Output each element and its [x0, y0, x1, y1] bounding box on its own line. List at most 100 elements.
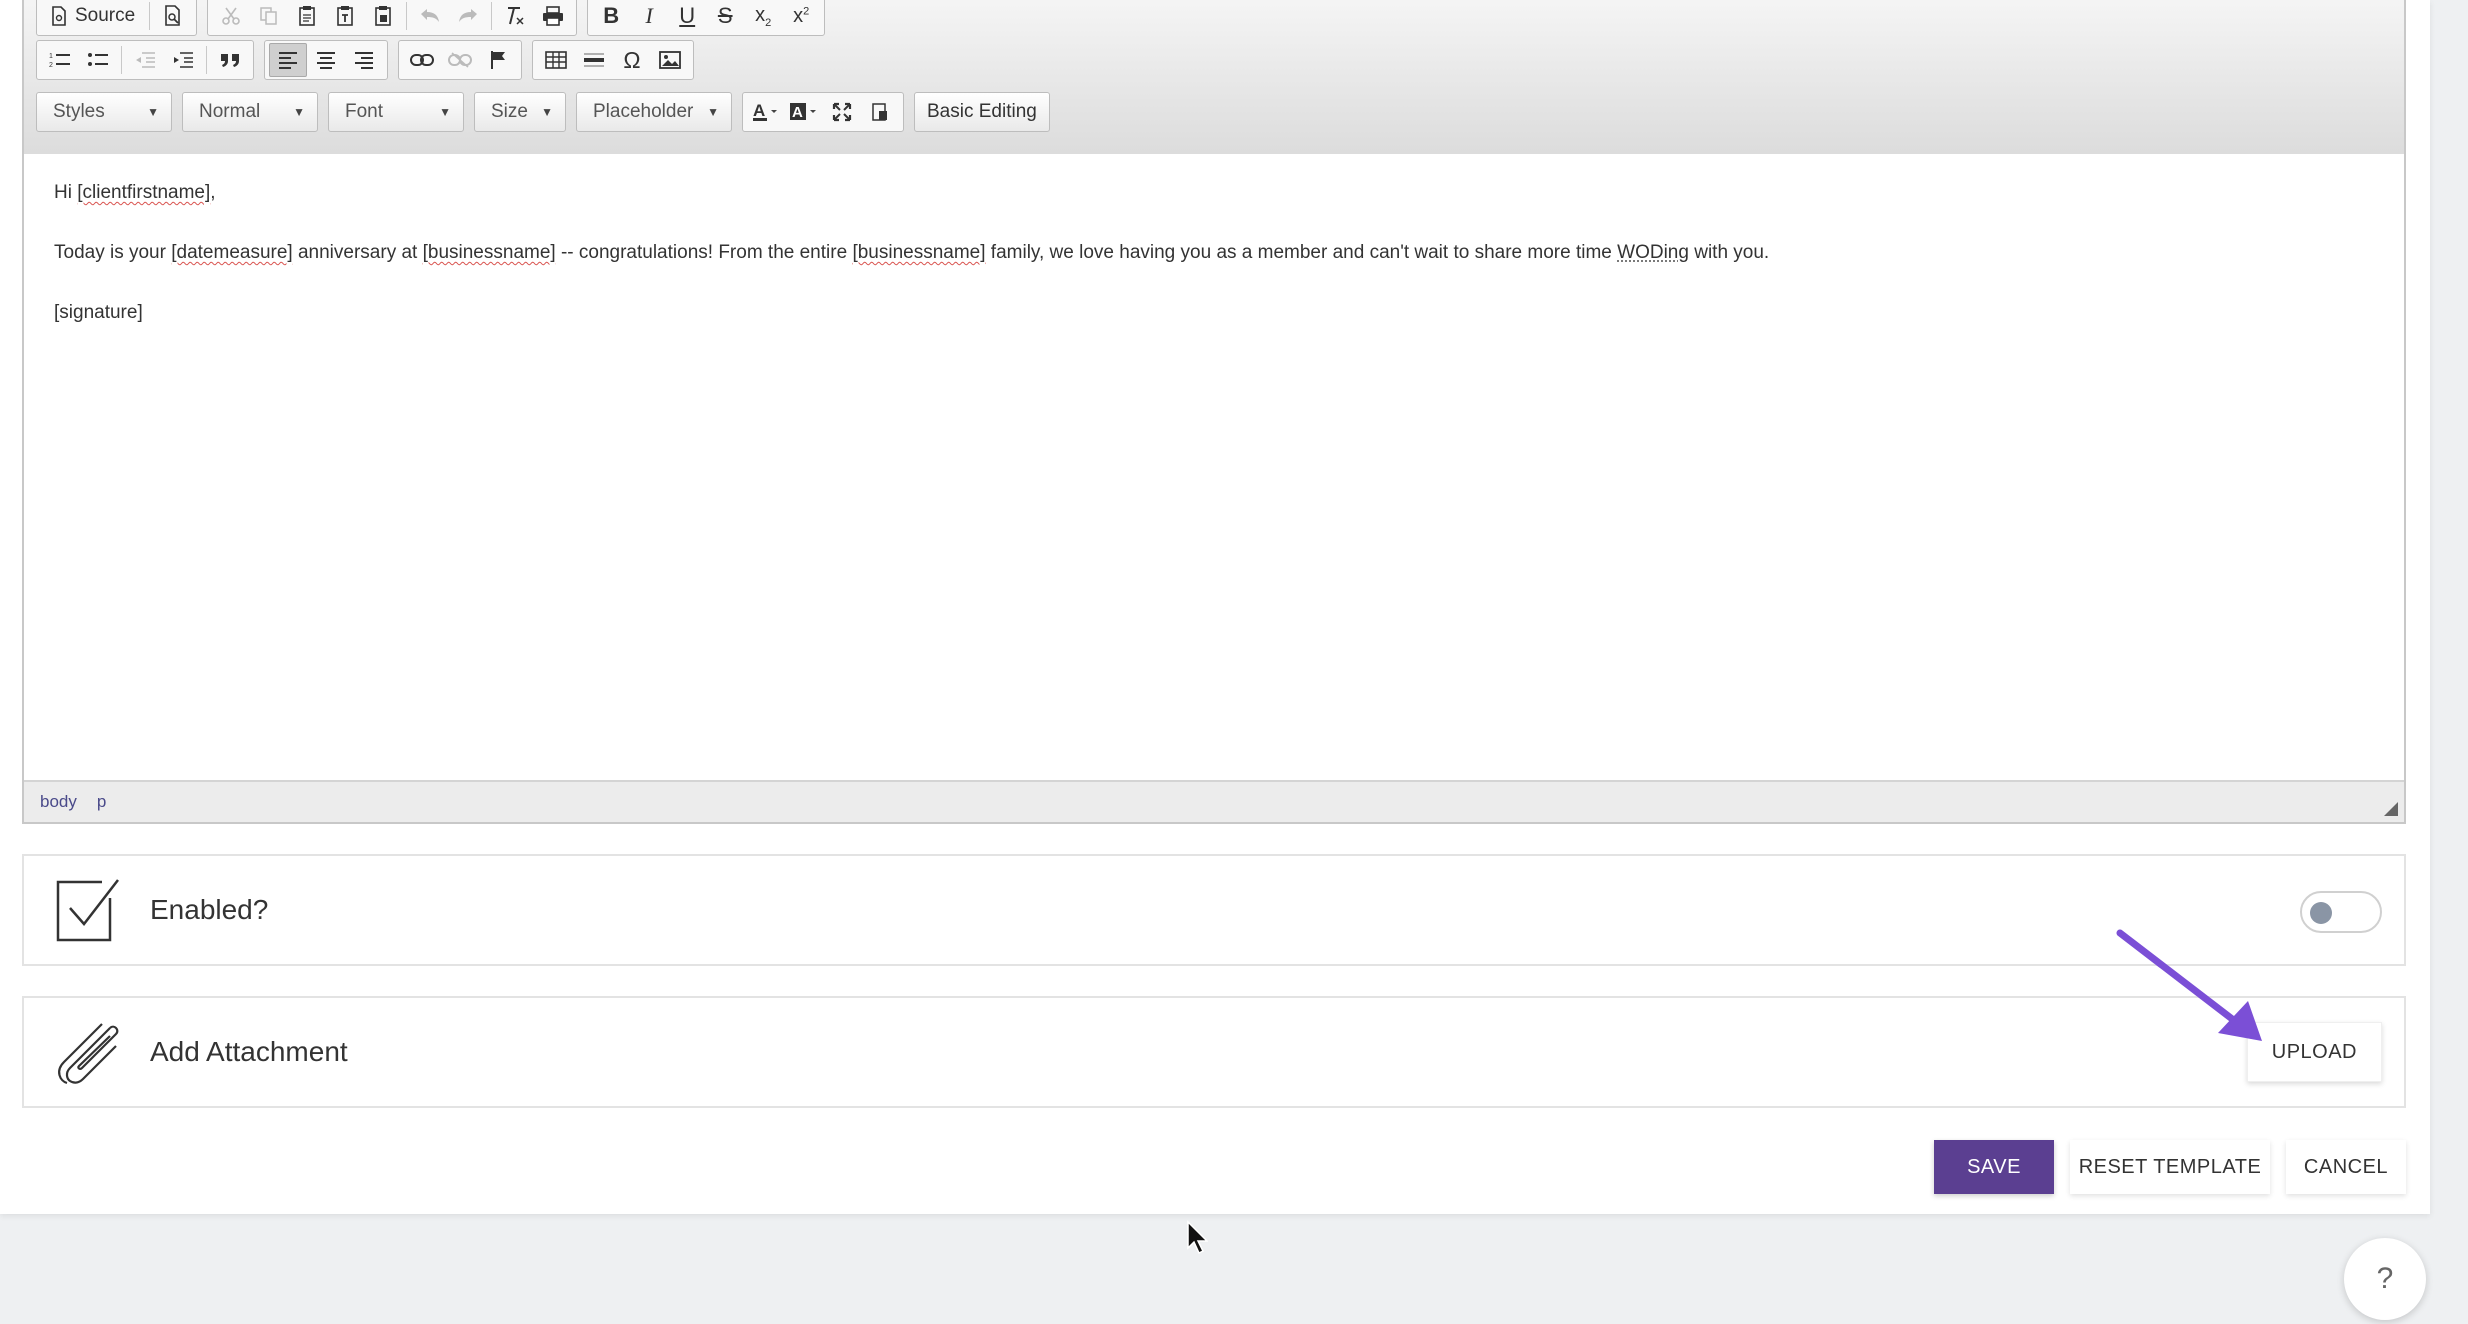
- text-color-button[interactable]: A: [747, 95, 785, 129]
- svg-text:2: 2: [49, 62, 53, 69]
- cut-icon: [222, 7, 241, 25]
- special-character-button[interactable]: Ω: [613, 43, 651, 77]
- table-button[interactable]: [537, 43, 575, 77]
- caret-down-icon: ▼: [707, 105, 719, 119]
- redo-button[interactable]: [449, 0, 487, 33]
- decrease-indent-icon: [136, 52, 155, 68]
- italic-button[interactable]: I: [630, 0, 668, 33]
- paste-text-button[interactable]: [326, 0, 364, 33]
- omega-icon: Ω: [623, 46, 641, 73]
- separator: [491, 2, 493, 30]
- anchor-button[interactable]: [479, 43, 517, 77]
- greeting-paragraph: Hi [clientfirstname],: [54, 182, 2374, 204]
- path-body[interactable]: body: [40, 792, 77, 812]
- clientfirstname-tag: [clientfirstname]: [77, 182, 211, 203]
- basic-styles-group: B I U S x2 x2: [587, 0, 826, 36]
- align-left-button[interactable]: [269, 43, 307, 77]
- cancel-button[interactable]: CANCEL: [2286, 1140, 2406, 1194]
- help-label: ?: [2376, 1262, 2394, 1295]
- remove-format-icon: [508, 7, 524, 25]
- separator: [406, 2, 408, 30]
- increase-indent-button[interactable]: [164, 43, 202, 77]
- align-center-button[interactable]: [307, 43, 345, 77]
- font-dropdown[interactable]: Font ▼: [328, 92, 464, 132]
- svg-text:1: 1: [49, 53, 53, 60]
- body-text-4: family, we love having you as a member a…: [985, 242, 1618, 263]
- undo-button[interactable]: [411, 0, 449, 33]
- strikethrough-button[interactable]: S: [706, 0, 744, 33]
- align-right-button[interactable]: [345, 43, 383, 77]
- numbered-list-button[interactable]: 12: [41, 43, 79, 77]
- underline-icon: U: [679, 3, 696, 28]
- body-text-1: Today is your: [54, 242, 172, 263]
- show-blocks-icon: [872, 103, 887, 121]
- caret-down-icon: ▼: [439, 105, 451, 119]
- reset-template-button[interactable]: RESET TEMPLATE: [2070, 1140, 2270, 1194]
- path-p[interactable]: p: [97, 792, 106, 812]
- checkbox-checked-icon: [56, 879, 119, 942]
- resize-handle[interactable]: [2384, 802, 2398, 816]
- remove-format-button[interactable]: [496, 0, 534, 33]
- print-icon: [543, 6, 564, 26]
- numbered-list-icon: 12: [49, 53, 70, 69]
- businessname-tag: [businessname]: [422, 242, 556, 263]
- editor-content[interactable]: Hi [clientfirstname], Today is your [dat…: [24, 154, 2404, 780]
- redo-icon: [459, 9, 478, 22]
- placeholder-dropdown-label: Placeholder: [593, 101, 694, 122]
- separator: [206, 46, 207, 74]
- rich-text-editor: Source B I U S x2 x2 1 2 Ω Styles ▼ Norm…: [22, 0, 2406, 824]
- help-button[interactable]: ?: [2344, 1238, 2426, 1320]
- mouse-cursor-icon: [1187, 1220, 1208, 1254]
- superscript-icon: x2: [793, 4, 810, 27]
- size-dropdown[interactable]: Size ▼: [474, 92, 566, 132]
- size-dropdown-label: Size: [491, 101, 528, 122]
- subscript-button[interactable]: x2: [744, 0, 782, 33]
- unlink-button[interactable]: [441, 43, 479, 77]
- maximize-button[interactable]: [823, 95, 861, 129]
- insert-group: Ω: [532, 40, 694, 80]
- template-editor-card: Source B I U S x2 x2 1 2 Ω Styles ▼ Norm…: [0, 0, 2430, 1214]
- svg-text:A: A: [792, 104, 803, 121]
- cut-button[interactable]: [212, 0, 250, 33]
- signature-tag: [signature]: [54, 302, 143, 323]
- blockquote-button[interactable]: [211, 43, 249, 77]
- background-color-button[interactable]: A: [785, 95, 823, 129]
- link-button[interactable]: [403, 43, 441, 77]
- copy-button[interactable]: [250, 0, 288, 33]
- decrease-indent-button[interactable]: [126, 43, 164, 77]
- italic-icon: I: [645, 3, 653, 28]
- separator: [121, 46, 122, 74]
- element-path-bar: body p: [24, 780, 2404, 822]
- styles-dropdown[interactable]: Styles ▼: [36, 92, 172, 132]
- greeting-prefix: Hi: [54, 182, 78, 203]
- placeholder-dropdown[interactable]: Placeholder ▼: [576, 92, 732, 132]
- paste-word-button[interactable]: [364, 0, 402, 33]
- body-text-3: -- congratulations! From the entire: [555, 242, 853, 263]
- greeting-suffix: ,: [210, 182, 216, 203]
- bold-button[interactable]: B: [592, 0, 630, 33]
- enabled-label: Enabled?: [150, 894, 269, 925]
- enabled-toggle[interactable]: [2300, 891, 2382, 933]
- paste-button[interactable]: [288, 0, 326, 33]
- show-blocks-button[interactable]: [861, 95, 899, 129]
- underline-button[interactable]: U: [668, 0, 706, 33]
- image-button[interactable]: [651, 43, 689, 77]
- format-dropdown-label: Normal: [199, 101, 261, 122]
- bulleted-list-button[interactable]: [79, 43, 117, 77]
- horizontal-line-button[interactable]: [575, 43, 613, 77]
- preview-button[interactable]: [154, 0, 192, 33]
- color-group: A A: [742, 92, 904, 132]
- svg-text:A: A: [753, 101, 765, 120]
- basic-editing-button[interactable]: Basic Editing: [914, 92, 1050, 132]
- flag-icon: [491, 51, 505, 69]
- print-button[interactable]: [534, 0, 572, 33]
- caret-down-icon: ▼: [541, 105, 553, 119]
- paste-text-icon: [337, 6, 354, 26]
- caret-down-icon: ▼: [293, 105, 305, 119]
- superscript-button[interactable]: x2: [782, 0, 820, 33]
- format-dropdown[interactable]: Normal ▼: [182, 92, 318, 132]
- link-icon: [410, 54, 434, 66]
- save-button[interactable]: SAVE: [1934, 1140, 2054, 1194]
- blockquote-icon: [221, 54, 239, 67]
- source-button[interactable]: Source: [41, 0, 145, 33]
